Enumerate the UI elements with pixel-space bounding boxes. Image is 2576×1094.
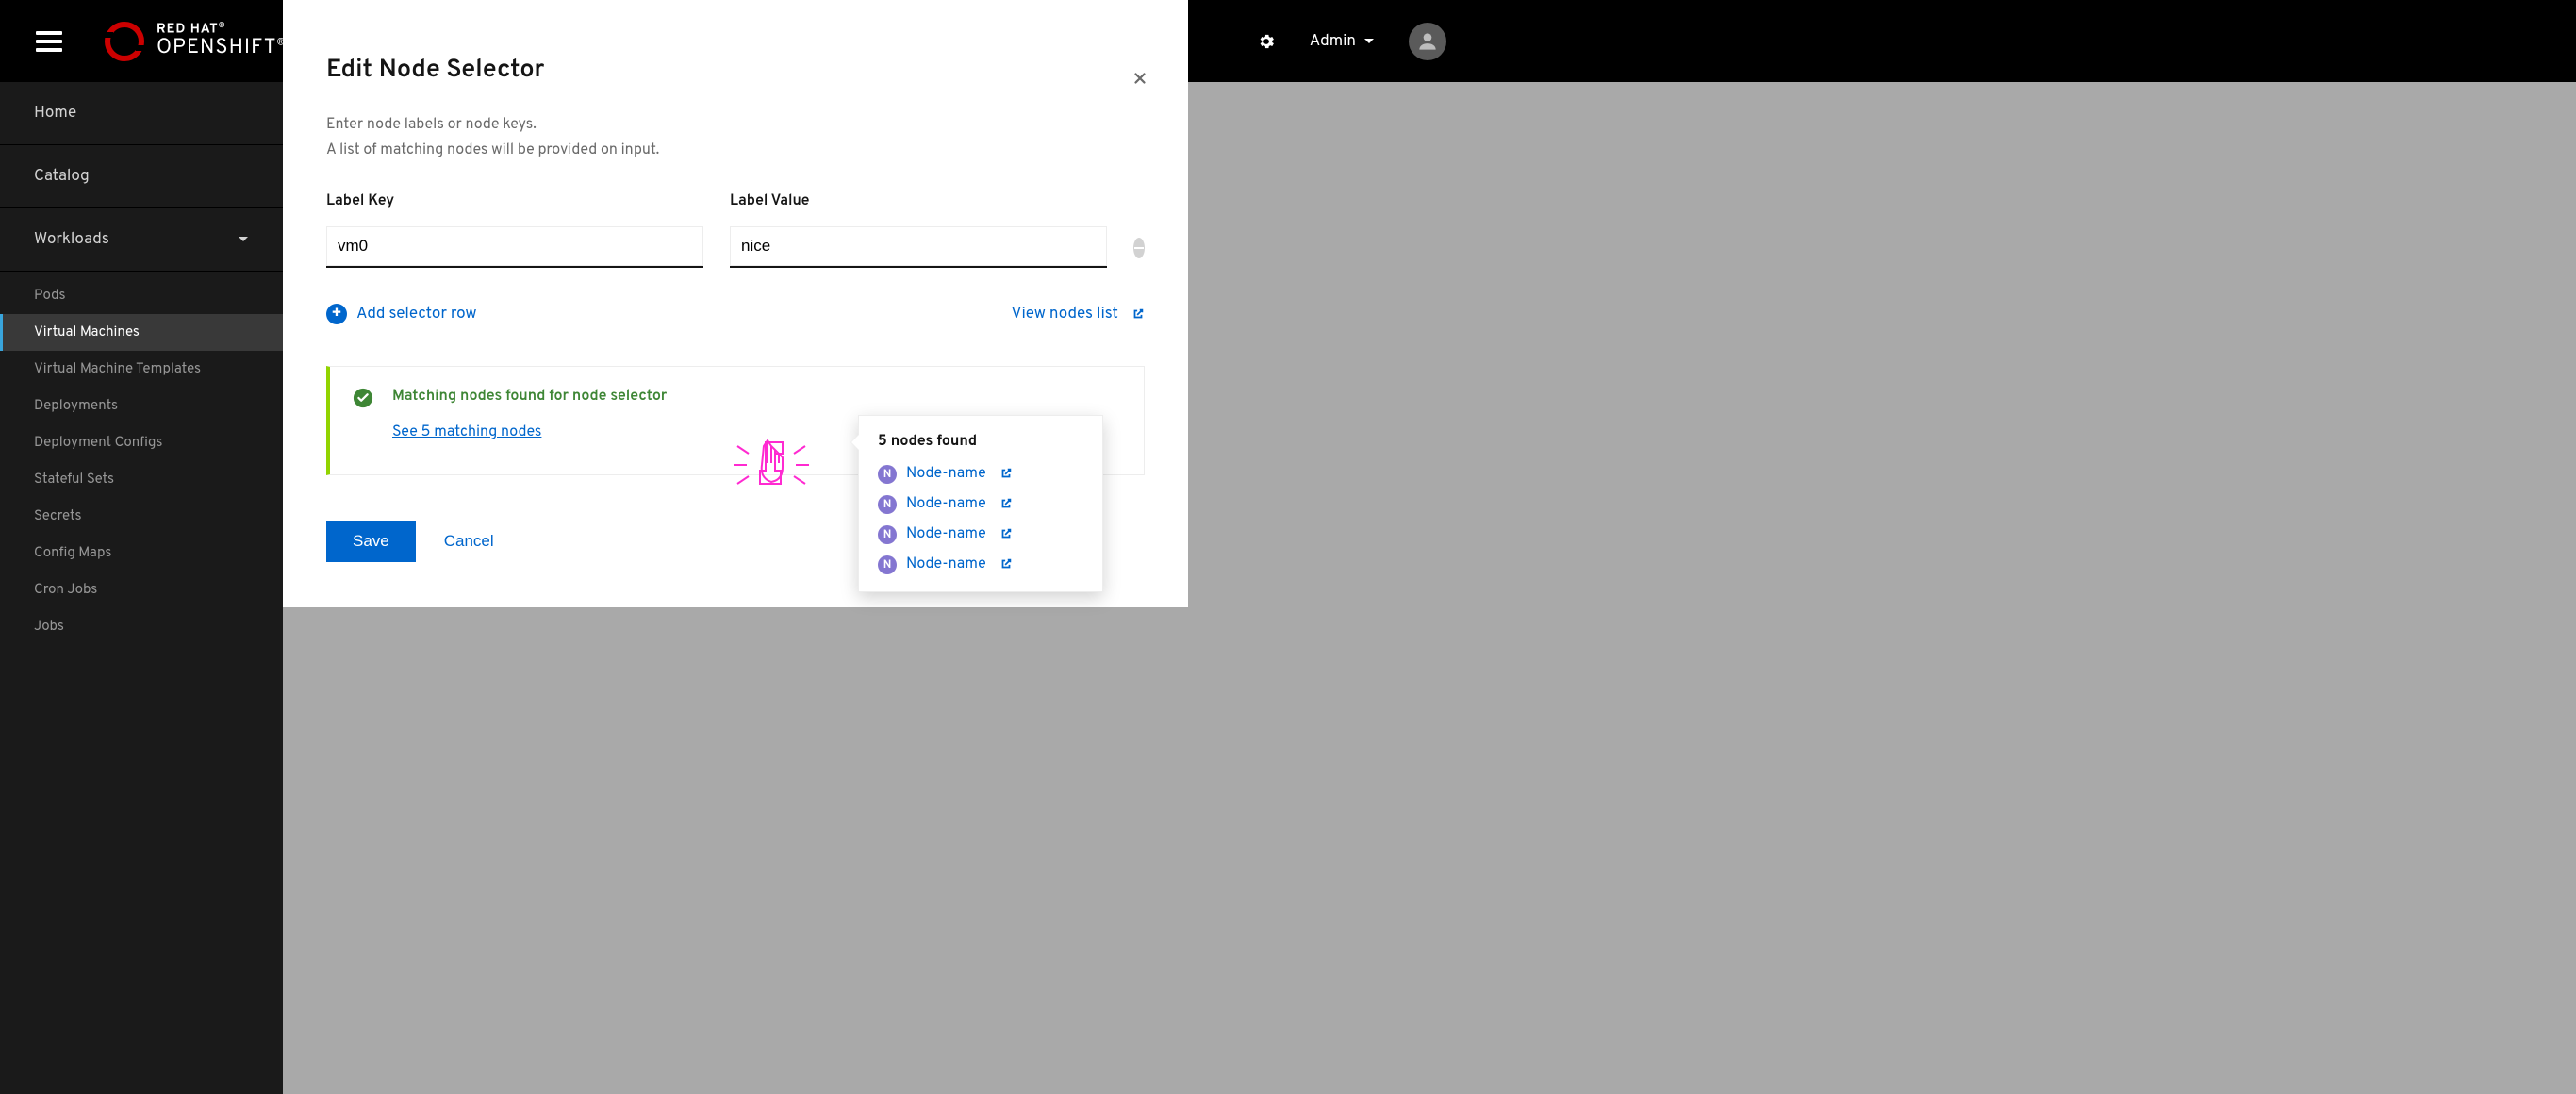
chevron-down-icon [1363,36,1375,47]
label-value-label: Label Value [730,192,1107,211]
external-link-icon [996,525,1013,544]
close-button[interactable] [1131,70,1148,93]
node-name: Node-name [906,525,986,544]
sidebar-item-workloads[interactable]: Workloads [0,208,283,272]
openshift-logo-icon [104,21,145,62]
nav-toggle-button[interactable] [36,31,62,52]
node-badge-icon: N [878,555,897,574]
plus-circle-icon [326,304,347,324]
label-key-input[interactable] [326,226,703,268]
external-link-icon [1128,304,1145,324]
chevron-down-icon [238,234,249,245]
node-list: N Node-name N Node-name N Node-name N No… [878,465,1083,574]
node-name: Node-name [906,465,986,484]
sidebar-item-deployments[interactable]: Deployments [0,388,283,424]
label-value-input[interactable] [730,226,1107,268]
modal-description: Enter node labels or node keys. A list o… [326,113,1145,164]
node-list-item[interactable]: N Node-name [878,555,1083,574]
sidebar-item-jobs[interactable]: Jobs [0,608,283,645]
alert-title: Matching nodes found for node selector [392,388,667,406]
save-button[interactable]: Save [326,521,416,562]
avatar[interactable] [1409,23,1446,60]
external-link-icon [996,495,1013,514]
brand-text: RED HAT® OPENSHIFT® [157,23,286,59]
brand-logo[interactable]: RED HAT® OPENSHIFT® [104,21,286,62]
sidebar-sub-workloads: Pods Virtual Machines Virtual Machine Te… [0,272,283,658]
view-nodes-list-link[interactable]: View nodes list [1011,304,1145,324]
add-selector-row-button[interactable]: Add selector row [326,304,477,324]
external-link-icon [996,465,1013,484]
sidebar-item-label: Catalog [34,166,90,187]
user-label: Admin [1310,31,1356,52]
user-menu[interactable]: Admin [1310,31,1375,52]
cancel-button[interactable]: Cancel [444,532,494,551]
sidebar-item-label: Home [34,103,76,124]
sidebar-item-cron-jobs[interactable]: Cron Jobs [0,572,283,608]
node-badge-icon: N [878,465,897,484]
remove-row-button[interactable] [1133,238,1145,258]
node-badge-icon: N [878,495,897,514]
see-matching-nodes-link[interactable]: See 5 matching nodes [392,423,541,442]
sidebar-item-home[interactable]: Home [0,82,283,145]
node-list-item[interactable]: N Node-name [878,495,1083,514]
node-name: Node-name [906,555,986,574]
sidebar-item-vm-templates[interactable]: Virtual Machine Templates [0,351,283,388]
gear-icon[interactable] [1257,32,1276,51]
view-nodes-label: View nodes list [1011,304,1118,324]
sidebar-item-label: Workloads [34,229,109,250]
sidebar-item-stateful-sets[interactable]: Stateful Sets [0,461,283,498]
node-badge-icon: N [878,525,897,544]
sidebar-item-catalog[interactable]: Catalog [0,145,283,208]
selector-row: Label Key Label Value [326,192,1145,268]
check-circle-icon [353,388,373,408]
external-link-icon [996,555,1013,574]
node-list-item[interactable]: N Node-name [878,465,1083,484]
sidebar-item-config-maps[interactable]: Config Maps [0,535,283,572]
sidebar-item-virtual-machines[interactable]: Virtual Machines [0,314,283,351]
node-name: Node-name [906,495,986,514]
sidebar-item-secrets[interactable]: Secrets [0,498,283,535]
sidebar-item-deployment-configs[interactable]: Deployment Configs [0,424,283,461]
popover-title: 5 nodes found [878,433,1083,452]
edit-node-selector-modal: Edit Node Selector Enter node labels or … [283,0,1188,607]
sidebar-item-pods[interactable]: Pods [0,277,283,314]
minus-icon [1134,247,1144,249]
sidebar: Home Catalog Workloads Pods Virtual Mach… [0,82,283,1094]
nodes-popover: 5 nodes found N Node-name N Node-name N … [858,415,1103,592]
add-selector-row-label: Add selector row [356,304,477,324]
modal-title: Edit Node Selector [326,55,1145,87]
node-list-item[interactable]: N Node-name [878,525,1083,544]
label-key-label: Label Key [326,192,703,211]
